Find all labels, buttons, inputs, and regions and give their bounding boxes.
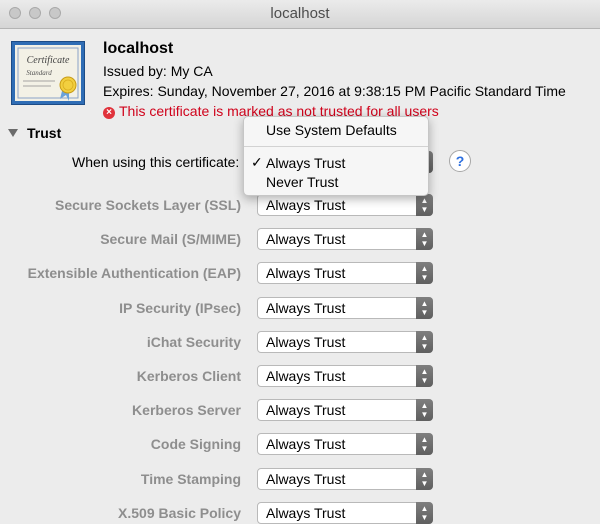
policy-value: Always Trust bbox=[266, 402, 346, 418]
policy-label-extensible-authentication-eap: Extensible Authentication (EAP) bbox=[27, 265, 241, 281]
popup-arrows-icon: ▲▼ bbox=[416, 228, 433, 250]
help-button[interactable]: ? bbox=[449, 150, 471, 172]
policy-label-time-stamping: Time Stamping bbox=[140, 471, 241, 487]
policy-value: Always Trust bbox=[266, 436, 346, 452]
policy-label-code-signing: Code Signing bbox=[150, 436, 241, 452]
certificate-icon-subtitle: Standard bbox=[26, 69, 52, 77]
policy-value: Always Trust bbox=[266, 300, 346, 316]
window-title: localhost bbox=[270, 5, 330, 22]
policy-popup-code-signing[interactable]: Always Trust ▲ ▼ bbox=[257, 433, 433, 455]
policy-popup-x-509-basic-policy[interactable]: Always Trust ▲ ▼ bbox=[257, 502, 433, 524]
popup-arrows-icon: ▲▼ bbox=[416, 433, 433, 455]
error-icon: × bbox=[103, 107, 115, 119]
disclosure-triangle-icon bbox=[8, 129, 18, 137]
popup-arrows-icon: ▲▼ bbox=[416, 262, 433, 284]
certificate-icon-title: Certificate bbox=[27, 55, 70, 66]
menu-item-use-system-defaults[interactable]: Use System Defaults bbox=[244, 120, 428, 139]
policy-label-secure-sockets-layer-ssl: Secure Sockets Layer (SSL) bbox=[55, 197, 241, 213]
policy-value: Always Trust bbox=[266, 505, 346, 521]
trust-disclosure[interactable]: Trust bbox=[8, 125, 61, 141]
policy-popup-ip-security-ipsec[interactable]: Always Trust ▲ ▼ bbox=[257, 297, 433, 319]
policy-popup-kerberos-client[interactable]: Always Trust ▲ ▼ bbox=[257, 365, 433, 387]
trust-dropdown-menu: Use System Defaults ✓ Always Trust Never… bbox=[243, 116, 429, 196]
popup-arrows-icon: ▲▼ bbox=[416, 399, 433, 421]
policy-popup-kerberos-server[interactable]: Always Trust ▲ ▼ bbox=[257, 399, 433, 421]
menu-item-never-trust[interactable]: Never Trust bbox=[244, 172, 428, 191]
menu-item-always-trust[interactable]: ✓ Always Trust bbox=[244, 153, 428, 172]
policy-value: Always Trust bbox=[266, 368, 346, 384]
popup-arrows-icon: ▲▼ bbox=[416, 365, 433, 387]
policy-label-kerberos-client: Kerberos Client bbox=[136, 368, 241, 384]
checkmark-icon: ✓ bbox=[251, 154, 263, 170]
popup-arrows-icon: ▲▼ bbox=[416, 502, 433, 524]
popup-arrows-icon: ▲▼ bbox=[416, 297, 433, 319]
policy-label-x-509-basic-policy: X.509 Basic Policy bbox=[118, 505, 241, 521]
policy-label-ichat-security: iChat Security bbox=[146, 334, 241, 350]
policy-value: Always Trust bbox=[266, 471, 346, 487]
policy-popup-secure-sockets-layer-ssl[interactable]: Always Trust ▲ ▼ bbox=[257, 194, 433, 216]
menu-separator bbox=[244, 146, 428, 147]
policy-popup-time-stamping[interactable]: Always Trust ▲ ▼ bbox=[257, 468, 433, 490]
popup-arrows-icon: ▲▼ bbox=[416, 194, 433, 216]
policy-label-ip-security-ipsec: IP Security (IPsec) bbox=[119, 300, 241, 316]
popup-arrows-icon: ▲▼ bbox=[416, 468, 433, 490]
trust-heading: Trust bbox=[27, 125, 62, 141]
policy-label-secure-mail-s-mime: Secure Mail (S/MIME) bbox=[100, 231, 241, 247]
popup-arrows-icon: ▲▼ bbox=[416, 331, 433, 353]
issuer-text: Issued by: My CA bbox=[103, 63, 213, 79]
certificate-icon: Certificate Standard bbox=[11, 41, 85, 105]
policy-value: Always Trust bbox=[266, 231, 346, 247]
expiry-text: Expires: Sunday, November 27, 2016 at 9:… bbox=[103, 83, 566, 99]
title-bar: localhost bbox=[0, 0, 600, 29]
policy-value: Always Trust bbox=[266, 334, 346, 350]
policy-label-kerberos-server: Kerberos Server bbox=[132, 402, 241, 418]
when-using-label: When using this certificate: bbox=[72, 154, 240, 170]
certificate-name: localhost bbox=[103, 40, 174, 57]
policy-popup-ichat-security[interactable]: Always Trust ▲ ▼ bbox=[257, 331, 433, 353]
policy-value: Always Trust bbox=[266, 265, 346, 281]
policy-popup-secure-mail-s-mime[interactable]: Always Trust ▲ ▼ bbox=[257, 228, 433, 250]
policy-value: Always Trust bbox=[266, 197, 346, 213]
policy-popup-extensible-authentication-eap[interactable]: Always Trust ▲ ▼ bbox=[257, 262, 433, 284]
